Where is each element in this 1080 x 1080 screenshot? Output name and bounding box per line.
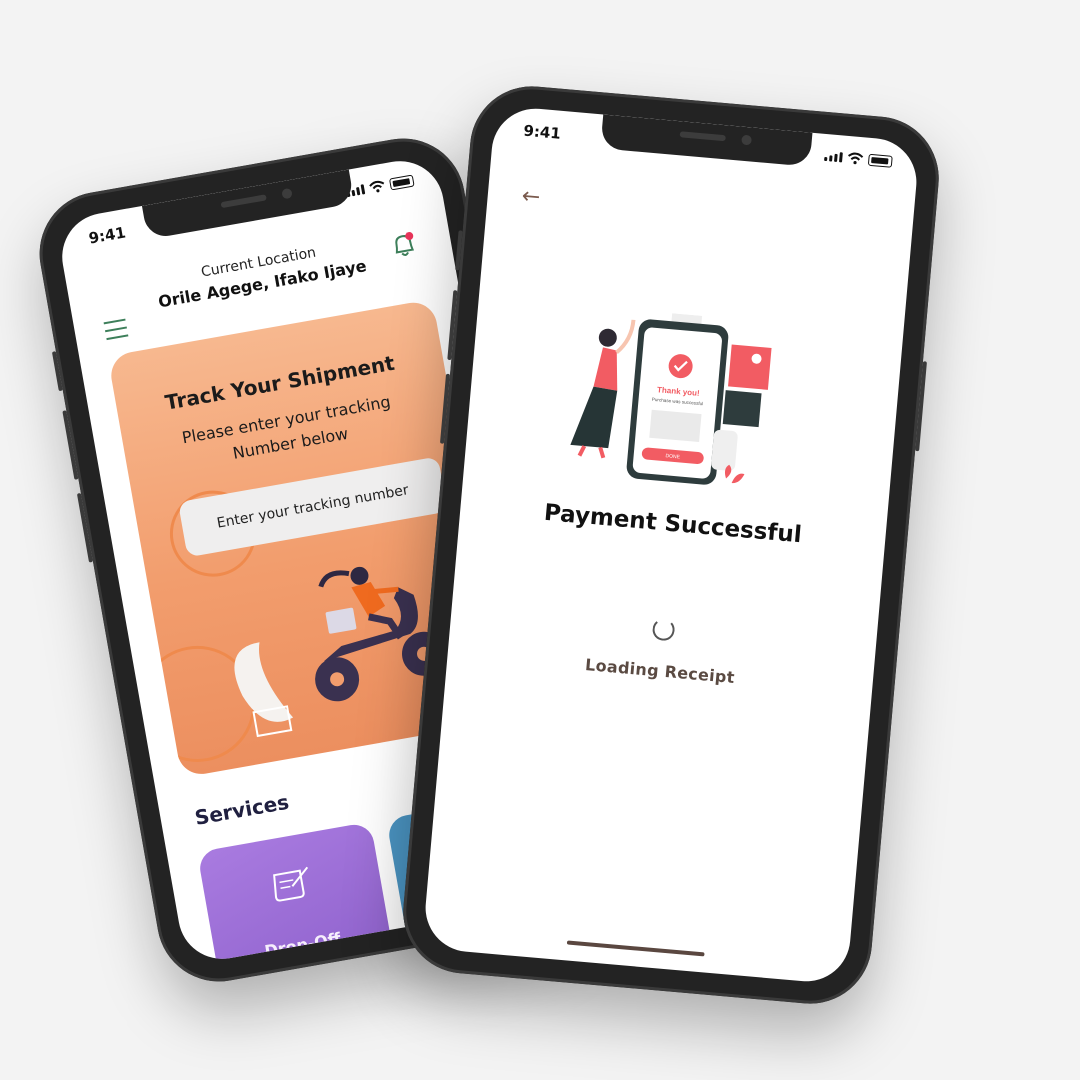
back-arrow-icon[interactable]: ← [521, 184, 542, 211]
notification-dot [405, 232, 414, 241]
status-time: 9:41 [87, 223, 128, 248]
power-button [915, 361, 927, 452]
tracking-number-input[interactable]: Enter your tracking number [177, 456, 448, 558]
home-indicator[interactable] [566, 940, 705, 957]
loading-receipt-text: Loading Receipt [584, 655, 736, 688]
menu-icon[interactable] [103, 318, 130, 346]
battery-icon [867, 153, 893, 168]
volume-down-button [76, 492, 94, 563]
service-subtitle: Drop off [220, 954, 396, 966]
signal-icon [824, 151, 843, 163]
notch [600, 114, 813, 167]
status-time: 9:41 [522, 121, 562, 143]
service-title: Drop-Off [263, 928, 343, 961]
battery-icon [388, 174, 415, 191]
notch [141, 169, 355, 240]
wifi-icon [847, 152, 864, 165]
loading-spinner-icon [651, 617, 676, 642]
right-screen: 9:41 ← Thank you! Purchase was successfu… [421, 105, 921, 985]
volume-up-button [62, 410, 79, 480]
scroll-icon [273, 866, 309, 902]
bell-icon[interactable] [388, 229, 418, 261]
mockup-stage: 9:41 Current Location Orile Agege, Ifako… [0, 0, 1080, 1080]
mute-switch [51, 351, 63, 392]
wifi-icon [369, 180, 385, 193]
done-button-text: DONE [665, 453, 681, 460]
service-drop-off[interactable]: Drop-Off Drop off [197, 821, 402, 966]
payment-success-illustration: Thank you! Purchase was successful DONE [570, 313, 772, 485]
services-heading: Services [192, 789, 291, 830]
status-icons [824, 150, 893, 168]
right-phone: 9:41 ← Thank you! Purchase was successfu… [398, 81, 944, 1009]
status-icons [346, 174, 415, 199]
